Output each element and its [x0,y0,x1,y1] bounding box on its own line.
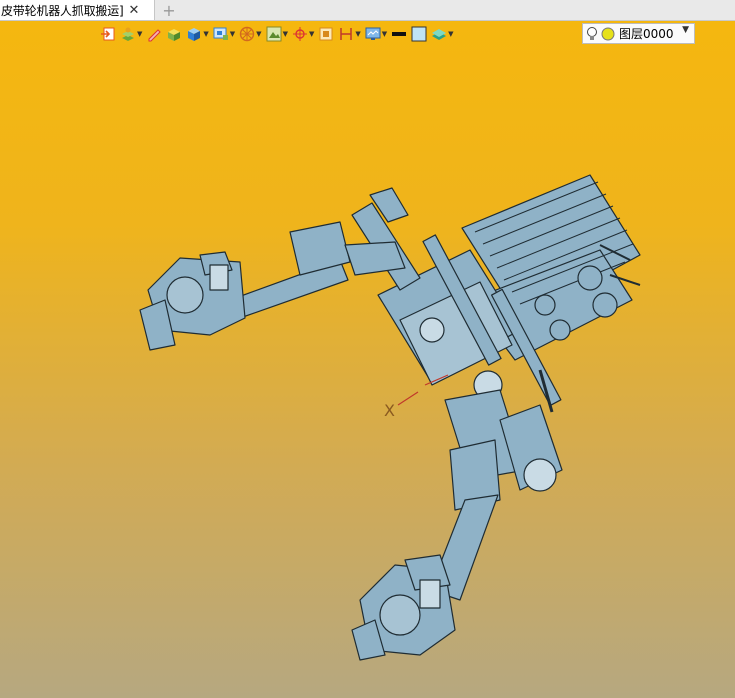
dimension-icon [340,28,353,40]
layers-icon [432,29,447,40]
chevron-down-icon[interactable]: ▼ [137,30,142,38]
render-icon [266,26,282,42]
frame-icon [319,27,333,41]
chevron-down-icon[interactable]: ▼ [256,30,261,38]
layers-button[interactable]: ▼ [431,26,454,42]
fill-color-icon [411,26,427,42]
import-button[interactable] [100,26,116,42]
crosshair-button[interactable]: ▼ [292,26,314,42]
toolbar: ▼ ▼ ▼ ▼ ▼ ▼ ▼ ▼ ▼ [100,22,458,46]
box-button[interactable] [166,26,182,42]
layer-color-icon [601,27,615,40]
wheel-button[interactable]: ▼ [239,26,262,42]
display-icon [365,27,381,40]
layer-manager-button[interactable]: ▼ [120,26,142,42]
cube-button[interactable]: ▼ [186,26,209,42]
import-icon [101,27,115,41]
cube-icon [188,28,201,41]
chevron-down-icon[interactable]: ▼ [283,30,288,38]
line-color-icon [392,32,407,36]
lightbulb-icon[interactable] [586,26,598,42]
view-icon [213,27,228,40]
layer-name: 图层0000 [619,27,674,41]
pen-icon [148,29,162,42]
layer-select[interactable]: 图层0000 ▼ [582,23,695,44]
chevron-down-icon[interactable]: ▼ [355,30,360,38]
wheel-icon [239,26,255,42]
x-axis-label: X [384,401,395,420]
chevron-down-icon[interactable]: ▼ [230,30,235,38]
display-button[interactable]: ▼ [365,26,387,42]
line-color-button[interactable] [391,26,407,42]
view-button[interactable]: ▼ [213,26,235,42]
chevron-down-icon[interactable]: ▼ [448,30,453,38]
dimension-button[interactable]: ▼ [338,26,361,42]
box-icon [168,29,181,41]
layer-manager-icon [122,27,134,41]
render-button[interactable]: ▼ [266,26,288,42]
crosshair-icon [292,27,307,41]
chevron-down-icon[interactable]: ▼ [203,30,208,38]
frame-button[interactable] [318,26,334,42]
chevron-down-icon[interactable]: ▼ [682,25,689,35]
chevron-down-icon[interactable]: ▼ [309,30,314,38]
pen-button[interactable] [146,26,162,42]
chevron-down-icon[interactable]: ▼ [382,30,387,38]
robot-model [139,174,641,661]
fill-color-button[interactable] [411,26,427,42]
